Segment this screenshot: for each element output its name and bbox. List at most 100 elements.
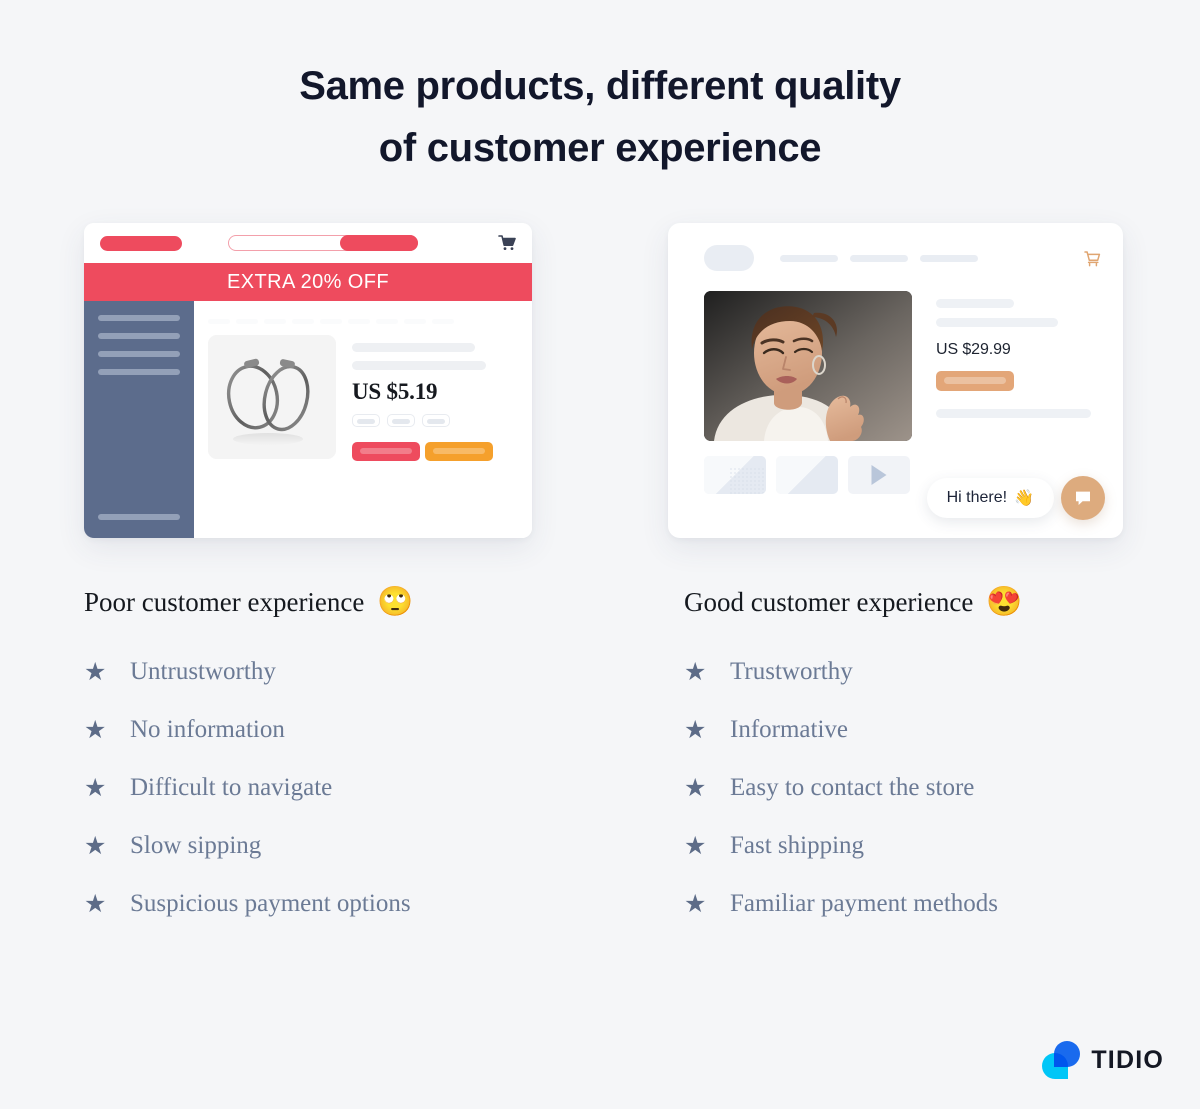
product-title-placeholder (936, 299, 1014, 308)
sidebar-link-placeholder[interactable] (98, 333, 180, 339)
good-experience-heading: Good customer experience 😍 (684, 587, 1200, 618)
nav-links[interactable] (780, 254, 978, 262)
list-item: ★ Untrustworthy (84, 658, 604, 686)
breadcrumb-item (320, 319, 342, 324)
list-item: ★ Informative (684, 716, 1200, 744)
star-icon: ★ (684, 890, 707, 918)
product-subtitle-placeholder (352, 361, 486, 370)
good-experience-heading-text: Good customer experience (684, 587, 974, 617)
product-description-placeholder (936, 409, 1091, 418)
list-item-label: No information (130, 716, 285, 743)
store-navbar-poor (84, 223, 532, 263)
poor-experience-store-mockup: EXTRA 20% OFF US $5.19 (84, 223, 532, 538)
product-price: US $5.19 (352, 379, 438, 404)
nav-link-placeholder[interactable] (780, 254, 838, 262)
variant-swatch[interactable] (387, 414, 415, 427)
add-to-cart-button[interactable] (936, 371, 1014, 391)
breadcrumb (208, 319, 514, 324)
list-item: ★ No information (84, 716, 604, 744)
product-price: US $29.99 (936, 341, 1011, 358)
breadcrumb-item (432, 319, 454, 324)
play-icon[interactable] (871, 465, 887, 485)
good-experience-column: Good customer experience 😍 ★ Trustworthy… (684, 587, 1200, 948)
shopping-cart-icon[interactable] (498, 235, 516, 251)
store-logo-pill[interactable] (704, 245, 754, 271)
list-item-label: Fast shipping (730, 832, 865, 859)
page-title-line-2: of customer experience (378, 126, 822, 170)
sidebar-link-placeholder[interactable] (98, 315, 180, 321)
list-item-label: Trustworthy (730, 658, 853, 685)
poor-experience-heading: Poor customer experience 🙄 (84, 587, 604, 618)
chat-bubble-icon (1076, 491, 1090, 505)
good-experience-store-mockup: US $29.99 Hi there! 👋 (668, 223, 1123, 538)
tidio-wordmark: TIDIO (1091, 1045, 1164, 1074)
page-title-line-1: Same products, different quality (299, 64, 901, 108)
variant-swatch[interactable] (422, 414, 450, 427)
thumbnail-video-item[interactable] (848, 456, 910, 494)
heart-eyes-icon: 😍 (986, 586, 1023, 618)
promo-banner: EXTRA 20% OFF (84, 263, 532, 301)
good-experience-list: ★ Trustworthy ★ Informative ★ Easy to co… (684, 658, 1200, 918)
shopping-cart-icon[interactable] (1083, 250, 1101, 267)
breadcrumb-item (292, 319, 314, 324)
product-image-earrings[interactable] (208, 335, 336, 459)
star-icon: ★ (684, 716, 707, 744)
store-logo-pill[interactable] (100, 235, 182, 251)
chat-widget: Hi there! 👋 (926, 476, 1105, 520)
chat-launcher-button[interactable] (1061, 476, 1105, 520)
breadcrumb-item (208, 319, 230, 324)
sidebar-link-placeholder[interactable] (98, 369, 180, 375)
list-item-label: Suspicious payment options (130, 890, 411, 917)
tidio-logo-icon (1042, 1041, 1081, 1079)
poor-experience-heading-text: Poor customer experience (84, 587, 365, 617)
comparison-cards: EXTRA 20% OFF US $5.19 US $29.99 Hi ther… (0, 223, 1200, 543)
star-icon: ★ (684, 774, 707, 802)
waving-hand-icon: 👋 (1014, 490, 1034, 507)
list-item-label: Untrustworthy (130, 658, 276, 685)
variant-swatch[interactable] (352, 414, 380, 427)
sidebar-nav-poor[interactable] (84, 301, 194, 538)
breadcrumb-item (348, 319, 370, 324)
list-item: ★ Easy to contact the store (684, 774, 1200, 802)
nav-link-placeholder[interactable] (850, 254, 908, 262)
product-title-placeholder (352, 343, 475, 352)
breadcrumb-item (376, 319, 398, 324)
list-item-label: Difficult to navigate (130, 774, 333, 801)
nav-link-placeholder[interactable] (920, 254, 978, 262)
star-icon: ★ (84, 890, 107, 918)
list-item: ★ Fast shipping (684, 832, 1200, 860)
list-item: ★ Familiar payment methods (684, 890, 1200, 918)
sidebar-link-placeholder[interactable] (98, 514, 180, 520)
tidio-branding: TIDIO (1042, 1041, 1164, 1079)
store-body-poor: US $5.19 (84, 301, 532, 538)
product-info-poor: US $5.19 (352, 335, 514, 461)
variant-swatches[interactable] (352, 414, 514, 427)
rolling-eyes-icon: 🙄 (377, 586, 414, 618)
chat-greeting-bubble[interactable]: Hi there! 👋 (926, 478, 1054, 518)
buy-now-button[interactable] (352, 442, 420, 461)
list-item: ★ Slow sipping (84, 832, 604, 860)
list-item: ★ Suspicious payment options (84, 890, 604, 918)
star-icon: ★ (84, 832, 107, 860)
star-icon: ★ (84, 774, 107, 802)
star-icon: ★ (684, 658, 707, 686)
star-icon: ★ (84, 716, 107, 744)
search-input[interactable] (228, 234, 419, 251)
sidebar-link-placeholder[interactable] (98, 351, 180, 357)
thumbnail-item[interactable] (776, 456, 838, 494)
search-submit-button[interactable] (340, 234, 419, 251)
product-photo-model[interactable] (704, 291, 912, 441)
breadcrumb-item (236, 319, 258, 324)
store-navbar-good (704, 245, 1101, 271)
page-title: Same products, different quality of cust… (0, 0, 1200, 179)
add-to-cart-button[interactable] (425, 442, 493, 461)
breadcrumb-item (264, 319, 286, 324)
chat-greeting-text: Hi there! (946, 489, 1008, 506)
breadcrumb-item (404, 319, 426, 324)
star-icon: ★ (84, 658, 107, 686)
thumbnail-item[interactable] (704, 456, 766, 494)
poor-experience-column: Poor customer experience 🙄 ★ Untrustwort… (84, 587, 604, 948)
poor-experience-list: ★ Untrustworthy ★ No information ★ Diffi… (84, 658, 604, 918)
list-item: ★ Trustworthy (684, 658, 1200, 686)
star-icon: ★ (684, 832, 707, 860)
